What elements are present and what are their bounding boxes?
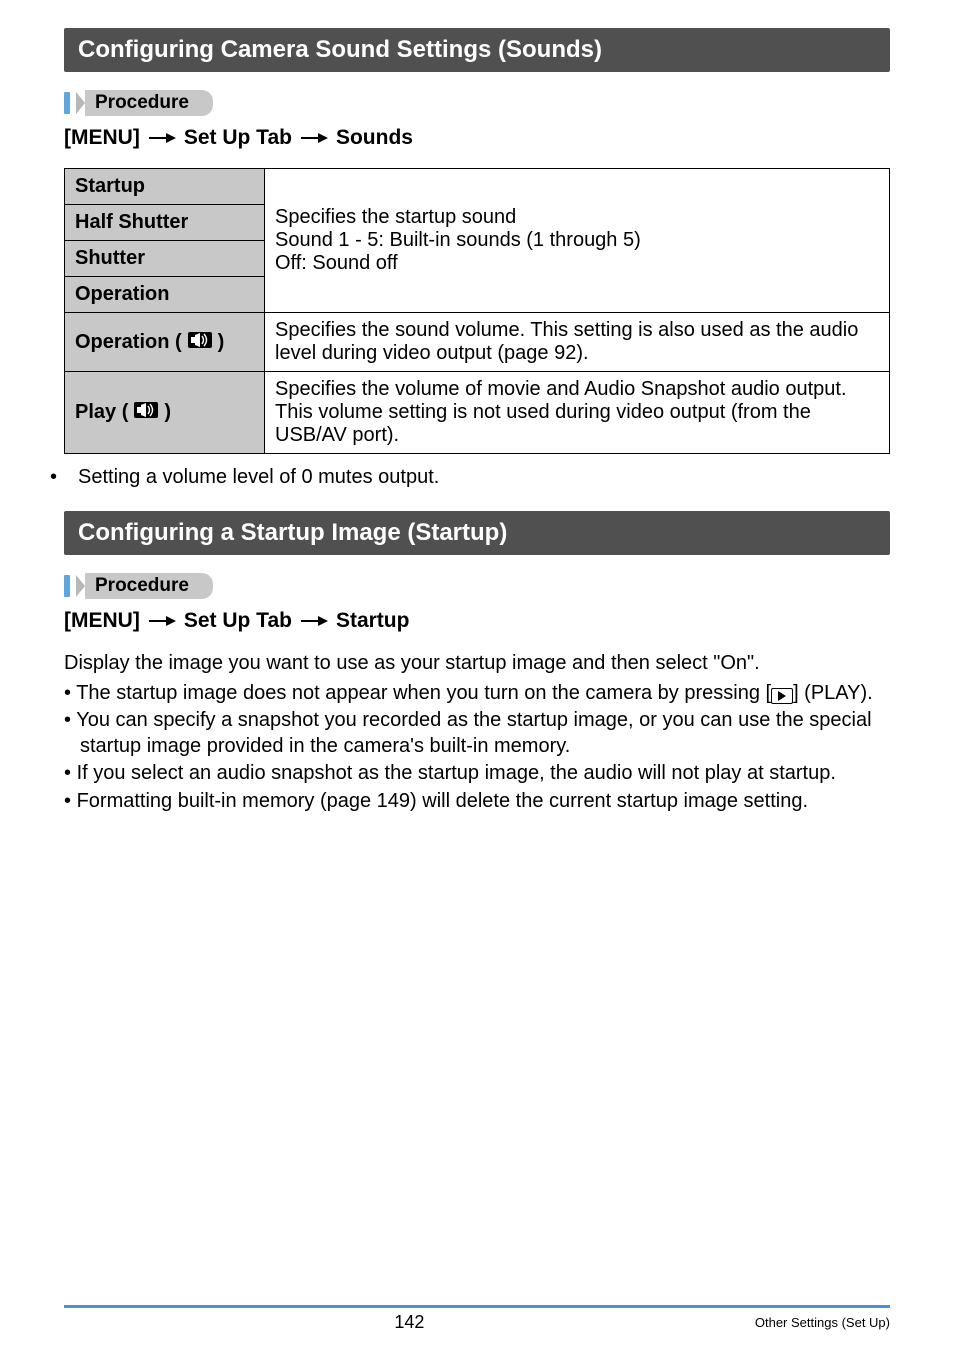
table-row: Operation () Specifies the sound volume.… — [65, 313, 890, 372]
page-footer: 142 Other Settings (Set Up) — [64, 1305, 890, 1333]
menu-path-part: Set Up Tab — [184, 609, 292, 633]
note-text: Setting a volume level of 0 mutes output… — [78, 466, 439, 488]
table-header-operation-vol: Operation () — [65, 313, 265, 372]
table-header-play-vol: Play () — [65, 372, 265, 454]
table-cell-operation-vol-desc: Specifies the sound volume. This setting… — [265, 313, 890, 372]
footer-section-name: Other Settings (Set Up) — [755, 1315, 890, 1330]
list-item: You can specify a snapshot you recorded … — [64, 708, 890, 759]
table-row: Startup Specifies the startup sound Soun… — [65, 169, 890, 205]
arrow-right-icon — [148, 614, 176, 628]
menu-path-part: Startup — [336, 609, 410, 633]
speaker-icon — [134, 401, 158, 424]
list-item: If you select an audio snapshot as the s… — [64, 761, 890, 787]
operation-vol-label-post: ) — [218, 331, 225, 354]
procedure-chevron-icon — [76, 575, 85, 597]
procedure-row: Procedure — [64, 573, 890, 599]
page-number: 142 — [64, 1312, 755, 1333]
section-heading-sounds: Configuring Camera Sound Settings (Sound… — [64, 28, 890, 72]
section-heading-startup: Configuring a Startup Image (Startup) — [64, 511, 890, 555]
list-item: The startup image does not appear when y… — [64, 681, 890, 707]
table-header-half-shutter: Half Shutter — [65, 205, 265, 241]
startup-bullet-list: The startup image does not appear when y… — [64, 681, 890, 815]
table-cell-play-vol-desc: Specifies the volume of movie and Audio … — [265, 372, 890, 454]
speaker-icon — [188, 331, 212, 354]
sound-settings-table: Startup Specifies the startup sound Soun… — [64, 168, 890, 454]
procedure-row: Procedure — [64, 90, 890, 116]
sound-desc-line: Sound 1 - 5: Built-in sounds (1 through … — [275, 229, 879, 252]
procedure-label: Procedure — [85, 573, 213, 599]
arrow-right-icon — [148, 131, 176, 145]
table-row: Play () Specifies the volume of movie an… — [65, 372, 890, 454]
sound-desc-line: Specifies the startup sound — [275, 206, 879, 229]
table-header-shutter: Shutter — [65, 241, 265, 277]
table-cell-sound-desc: Specifies the startup sound Sound 1 - 5:… — [265, 169, 890, 313]
table-header-startup: Startup — [65, 169, 265, 205]
menu-path-part: Set Up Tab — [184, 126, 292, 150]
menu-path-part: [MENU] — [64, 126, 140, 150]
play-button-icon — [771, 688, 793, 704]
procedure-marker — [64, 92, 70, 114]
sound-desc-line: Off: Sound off — [275, 252, 879, 275]
play-vol-label-pre: Play ( — [75, 401, 128, 424]
menu-path-part: Sounds — [336, 126, 413, 150]
procedure-chevron-icon — [76, 92, 85, 114]
table-header-operation: Operation — [65, 277, 265, 313]
arrow-right-icon — [300, 614, 328, 628]
procedure-marker — [64, 575, 70, 597]
note-after-table: • Setting a volume level of 0 mutes outp… — [64, 466, 890, 489]
arrow-right-icon — [300, 131, 328, 145]
play-vol-label-post: ) — [164, 401, 171, 424]
menu-path-sounds: [MENU] Set Up Tab Sounds — [64, 126, 890, 150]
operation-vol-label-pre: Operation ( — [75, 331, 182, 354]
startup-intro: Display the image you want to use as you… — [64, 651, 890, 677]
bullet-text-post: ] (PLAY). — [793, 682, 873, 704]
menu-path-part: [MENU] — [64, 609, 140, 633]
list-item: Formatting built-in memory (page 149) wi… — [64, 789, 890, 815]
bullet-text-pre: The startup image does not appear when y… — [76, 682, 771, 704]
procedure-label: Procedure — [85, 90, 213, 116]
menu-path-startup: [MENU] Set Up Tab Startup — [64, 609, 890, 633]
